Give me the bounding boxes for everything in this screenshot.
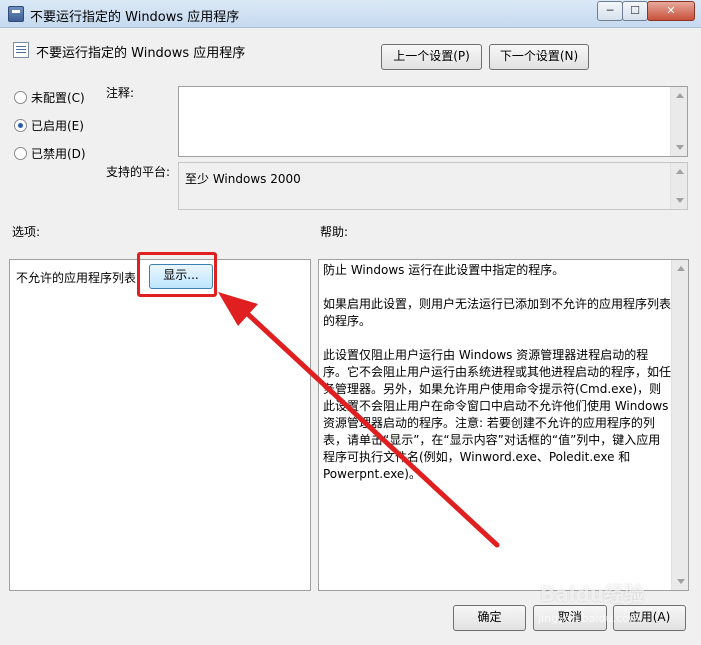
help-paragraph: 如果启用此设置，则用户无法运行已添加到不允许的应用程序列表的程序。 (323, 297, 672, 328)
maximize-button[interactable]: ☐ (622, 1, 648, 21)
scroll-down-icon[interactable] (676, 198, 684, 203)
radio-enabled[interactable]: 已启用(E) (14, 116, 84, 134)
app-icon (8, 6, 24, 22)
help-paragraph: 防止 Windows 运行在此设置中指定的程序。 (323, 263, 565, 277)
annotation-highlight-box (137, 252, 217, 297)
help-text: 防止 Windows 运行在此设置中指定的程序。 如果启用此设置，则用户无法运行… (323, 262, 671, 483)
radio-label: 未配置(C) (31, 90, 85, 105)
close-button[interactable]: ✕ (647, 1, 695, 21)
scroll-up-icon[interactable] (676, 169, 684, 174)
platform-value: 至少 Windows 2000 (185, 172, 301, 186)
help-heading: 帮助: (320, 225, 349, 239)
radio-button[interactable] (14, 90, 27, 104)
scroll-up-icon[interactable] (677, 266, 685, 271)
minimize-button[interactable]: ─ (597, 1, 623, 21)
watermark-url: jingyan.baidu.com (538, 612, 640, 625)
comment-textarea[interactable] (178, 86, 688, 157)
next-setting-button[interactable]: 下一个设置(N) (489, 44, 589, 70)
policy-title: 不要运行指定的 Windows 应用程序 (36, 46, 246, 61)
radio-button[interactable] (14, 118, 27, 132)
platform-scrollbar[interactable] (670, 163, 687, 209)
policy-setting-icon (13, 42, 29, 58)
help-paragraph: 此设置仅阻止用户运行由 Windows 资源管理器进程启动的程序。它不会阻止用户… (323, 348, 672, 481)
options-heading: 选项: (12, 225, 41, 239)
radio-button[interactable] (14, 146, 27, 160)
ok-button[interactable]: 确定 (453, 605, 526, 631)
scroll-down-icon[interactable] (676, 145, 684, 150)
options-panel: 不允许的应用程序列表 (9, 259, 311, 591)
scroll-up-icon[interactable] (676, 93, 684, 98)
radio-label: 已禁用(D) (31, 146, 86, 161)
window-title: 不要运行指定的 Windows 应用程序 (30, 10, 240, 25)
help-scrollbar[interactable] (671, 260, 688, 590)
platform-label: 支持的平台: (106, 165, 171, 179)
title-bar: 不要运行指定的 Windows 应用程序 ─ ☐ ✕ (0, 0, 701, 28)
comment-label: 注释: (106, 86, 135, 100)
disallowed-apps-label: 不允许的应用程序列表 (16, 271, 137, 285)
comment-scrollbar[interactable] (670, 87, 687, 156)
watermark-logo: Baidu经验 (540, 582, 645, 606)
radio-label: 已启用(E) (31, 118, 84, 133)
radio-disabled[interactable]: 已禁用(D) (14, 144, 86, 162)
platform-field: 至少 Windows 2000 (178, 162, 688, 210)
radio-not-configured[interactable]: 未配置(C) (14, 88, 85, 106)
help-panel: 防止 Windows 运行在此设置中指定的程序。 如果启用此设置，则用户无法运行… (318, 259, 689, 591)
previous-setting-button[interactable]: 上一个设置(P) (381, 44, 482, 70)
scroll-down-icon[interactable] (677, 579, 685, 584)
